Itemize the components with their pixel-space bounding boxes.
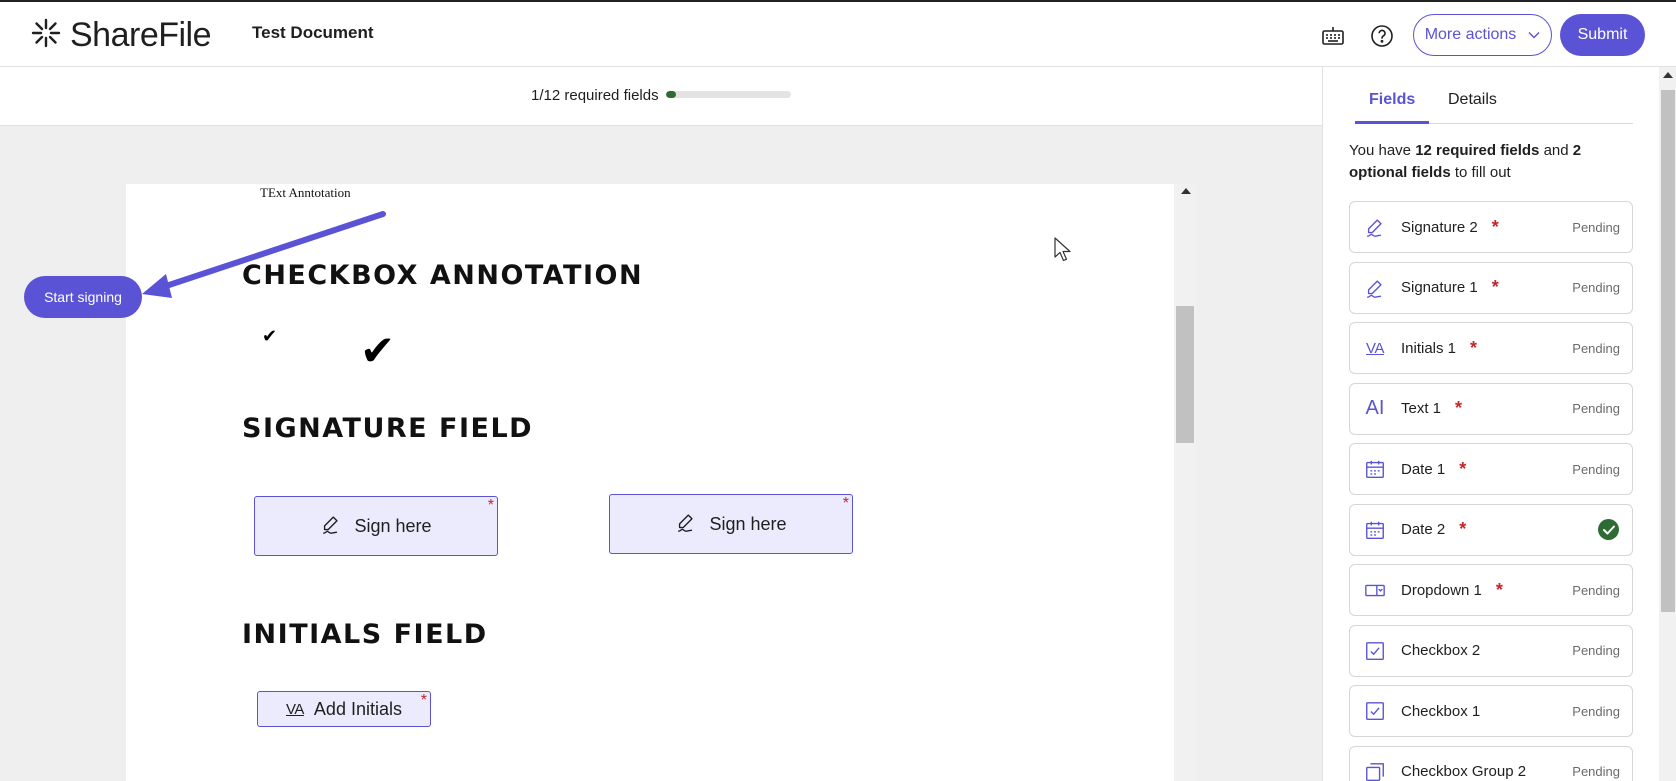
- signature-icon: [1363, 215, 1387, 239]
- field-name: Checkbox 2: [1401, 642, 1481, 659]
- document-viewer: TExt Anntotation CHECKBOX ANNOTATION ✔ ✔…: [0, 126, 1322, 781]
- required-marker: *: [1459, 519, 1467, 539]
- text-field-icon: AI: [1365, 397, 1385, 419]
- document-scrollbar[interactable]: [1174, 184, 1196, 781]
- field-status: Pending: [1572, 280, 1620, 295]
- completed-check-icon: [1598, 519, 1619, 540]
- tab-fields[interactable]: Fields: [1355, 91, 1430, 124]
- initials-field-heading: INITIALS FIELD: [242, 619, 488, 650]
- signature-icon: [320, 513, 342, 540]
- checkmark-small: ✔: [262, 326, 278, 346]
- sign-here-label: Sign here: [709, 513, 787, 534]
- summary-middle: and: [1539, 142, 1573, 159]
- start-signing-button[interactable]: Start signing: [24, 276, 142, 318]
- required-marker: *: [1459, 458, 1467, 479]
- field-item[interactable]: Signature 1 * Pending: [1349, 261, 1633, 314]
- more-actions-label: More actions: [1424, 26, 1517, 43]
- field-status: Pending: [1572, 461, 1620, 477]
- field-status: Pending: [1572, 643, 1620, 658]
- initials-icon: VA: [286, 700, 304, 718]
- field-name: Signature 2: [1401, 218, 1478, 236]
- field-name: Date 2: [1401, 521, 1446, 538]
- summary-prefix: You have: [1349, 142, 1416, 159]
- initials-icon: VA: [1366, 339, 1384, 357]
- sharefile-logo[interactable]: ShareFile: [30, 16, 212, 55]
- field-status: Pending: [1572, 340, 1620, 356]
- scroll-up-arrow-icon[interactable]: [1181, 188, 1191, 194]
- field-name: Signature 1: [1401, 279, 1478, 296]
- scroll-up-arrow-icon[interactable]: [1663, 72, 1673, 78]
- more-actions-button[interactable]: More actions: [1413, 14, 1552, 56]
- panel-scrollbar-thumb[interactable]: [1661, 90, 1675, 612]
- field-status: Pending: [1572, 219, 1620, 235]
- help-icon[interactable]: [1368, 22, 1396, 50]
- required-marker: *: [1495, 579, 1503, 600]
- add-initials-field[interactable]: VA Add Initials *: [257, 691, 431, 727]
- document-page: TExt Anntotation CHECKBOX ANNOTATION ✔ ✔…: [126, 184, 1174, 781]
- panel-tabs: Fields Details: [1355, 67, 1633, 124]
- fields-summary: You have 12 required fields and 2 option…: [1349, 140, 1629, 184]
- fields-panel: Fields Details You have 12 required fiel…: [1322, 67, 1659, 781]
- progress-fill: [666, 91, 677, 98]
- calendar-icon: [1363, 518, 1387, 542]
- required-marker: *: [420, 692, 427, 709]
- field-status: Pending: [1572, 764, 1620, 779]
- add-initials-label: Add Initials: [313, 698, 402, 719]
- field-list: Signature 2 * Pending Signature 1 * Pending VA…: [1349, 201, 1633, 781]
- field-item[interactable]: Checkbox 2 Pending: [1349, 624, 1633, 677]
- keyboard-icon[interactable]: [1319, 22, 1347, 50]
- field-item[interactable]: Date 1 * Pending: [1349, 443, 1633, 495]
- field-name: Date 1: [1401, 460, 1446, 478]
- field-status: Pending: [1572, 582, 1620, 598]
- dropdown-icon: [1363, 578, 1387, 602]
- field-item[interactable]: AI Text 1 * Pending: [1349, 382, 1633, 435]
- progress-bar-row: 1/12 required fields: [0, 67, 1322, 126]
- field-item[interactable]: Checkbox Group 2 Pending: [1349, 745, 1633, 781]
- required-marker: *: [1491, 277, 1499, 297]
- sign-here-label: Sign here: [354, 515, 432, 536]
- field-name: Text 1: [1401, 400, 1442, 417]
- calendar-icon: [1363, 457, 1387, 481]
- summary-required-count: 12 required fields: [1415, 142, 1540, 159]
- signature-icon: [1363, 276, 1387, 300]
- field-item[interactable]: Checkbox 1 Pending: [1349, 685, 1633, 737]
- field-name: Checkbox 1: [1401, 702, 1481, 720]
- progress-track: [666, 91, 791, 98]
- checkbox-annotation-heading: CHECKBOX ANNOTATION: [242, 260, 644, 291]
- field-item[interactable]: Date 2 *: [1349, 503, 1633, 556]
- checkbox-icon: [1363, 699, 1387, 723]
- field-item[interactable]: Dropdown 1 * Pending: [1349, 564, 1633, 616]
- required-marker: *: [1455, 398, 1463, 418]
- mouse-cursor-icon: [1054, 237, 1072, 268]
- field-name: Initials 1: [1401, 339, 1457, 357]
- required-marker: *: [842, 495, 849, 512]
- signature-icon: [675, 511, 697, 538]
- brand-name: ShareFile: [70, 16, 212, 54]
- field-item[interactable]: VA Initials 1 * Pending: [1349, 322, 1633, 374]
- required-marker: *: [1491, 216, 1499, 237]
- chevron-down-icon: [1528, 26, 1540, 44]
- document-scrollbar-thumb[interactable]: [1176, 306, 1194, 443]
- field-name: Checkbox Group 2: [1401, 763, 1527, 780]
- field-item[interactable]: Signature 2 * Pending: [1349, 201, 1633, 253]
- tab-details[interactable]: Details: [1434, 91, 1511, 121]
- document-title: Test Document: [252, 23, 374, 42]
- sign-here-field-2[interactable]: Sign here *: [609, 494, 853, 554]
- text-annotation: TExt Anntotation: [260, 185, 351, 200]
- field-status: Pending: [1572, 401, 1620, 416]
- sign-here-field-1[interactable]: Sign here *: [254, 496, 498, 556]
- signature-field-heading: SIGNATURE FIELD: [242, 413, 534, 444]
- summary-suffix: to fill out: [1450, 164, 1511, 181]
- field-status: Pending: [1572, 703, 1620, 719]
- required-marker: *: [1470, 337, 1478, 358]
- sharefile-logo-icon: [30, 17, 62, 54]
- submit-button[interactable]: Submit: [1560, 14, 1645, 56]
- field-name: Dropdown 1: [1401, 581, 1482, 599]
- required-marker: *: [487, 497, 494, 514]
- required-fields-progress-text: 1/12 required fields: [531, 87, 659, 104]
- checkmark-large: ✔: [360, 327, 396, 374]
- app-header: ShareFile Test Document More actions Sub…: [0, 0, 1676, 67]
- checkbox-group-icon: [1363, 760, 1387, 781]
- checkbox-icon: [1363, 639, 1387, 663]
